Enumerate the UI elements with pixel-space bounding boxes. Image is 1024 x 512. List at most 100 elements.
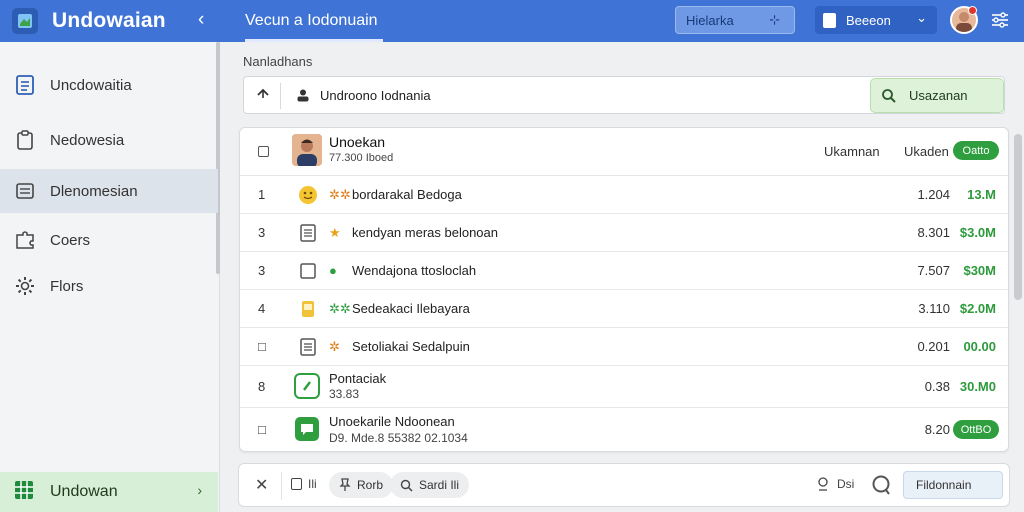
pin-icon xyxy=(818,477,828,491)
chat-icon: ● xyxy=(329,263,337,278)
section-label: Nanladhans xyxy=(243,54,313,69)
puzzle-icon xyxy=(14,229,36,251)
sidebar-item-nedowesia[interactable]: Nedowesia xyxy=(0,118,218,162)
divider xyxy=(281,472,282,500)
table-row[interactable]: 8 Pontaciak 33.83 0.38 30.M0 xyxy=(240,366,1008,408)
search-icon xyxy=(882,88,896,103)
document-icon xyxy=(14,74,36,96)
row-index: 3 xyxy=(258,263,266,278)
chevron-up-icon[interactable] xyxy=(256,86,270,103)
row-subtext: D9. Mde.8 55382 02.1034 xyxy=(329,431,468,445)
row-index: 8 xyxy=(258,379,266,394)
table-row[interactable]: 1 ✲✲ bordarakal Bedoga 1.204 13.M xyxy=(240,176,1008,214)
chevron-down-icon: ⌄ xyxy=(916,10,927,25)
green-app-icon xyxy=(294,373,320,399)
location-filter[interactable]: Dsi xyxy=(817,476,854,492)
row-amount: 13.M xyxy=(967,187,996,202)
pin-icon xyxy=(339,478,351,491)
toolbar-item-label: Ili xyxy=(308,477,317,491)
row-subtext: 33.83 xyxy=(329,387,360,401)
row-number: 3.110 xyxy=(918,301,950,316)
filter-pill-rorb[interactable]: Rorb xyxy=(329,472,394,498)
row-index: 3 xyxy=(258,225,266,240)
search-icon[interactable] xyxy=(871,474,893,496)
checkbox-icon[interactable] xyxy=(298,261,318,281)
row-amount: $3.0M xyxy=(959,225,996,240)
table-row[interactable]: 3 ★ kendyan meras belonoan 8.301 $3.0M xyxy=(240,214,1008,252)
row-name: Sedeakaci Ilebayara xyxy=(352,301,470,316)
sidebar-item-dlenomesian[interactable]: Dlenomesian xyxy=(0,169,218,213)
table-subtitle: 77.300 Iboed xyxy=(329,152,394,164)
location-label: Dsi xyxy=(837,477,855,491)
table-row[interactable]: 4 ✲✲ Sedeakaci Ilebayara 3.110 $2.0M xyxy=(240,290,1008,328)
sidebar-item-label: Dlenomesian xyxy=(50,182,138,200)
sidebar-item-label: Coers xyxy=(50,231,91,249)
main-scrollbar[interactable] xyxy=(1014,134,1022,300)
row-index: 4 xyxy=(258,301,266,316)
collapse-sidebar-icon[interactable]: ‹ xyxy=(198,9,204,31)
sidebar-item-flors[interactable]: Flors xyxy=(0,264,218,308)
filter-input[interactable]: Fildonnain xyxy=(903,471,1003,499)
camera-icon: ⊹ xyxy=(769,12,780,27)
note-icon xyxy=(298,299,318,319)
search-button[interactable]: Usazanan xyxy=(870,78,1004,113)
sidebar-item-uncdowaitia[interactable]: Uncdowaitia xyxy=(0,63,218,107)
close-icon[interactable]: ✕ xyxy=(255,475,268,495)
row-number: 0.201 xyxy=(917,339,950,354)
sidebar-item-label: Nedowesia xyxy=(50,131,125,149)
brand: Undowaian xyxy=(0,0,220,42)
column-header[interactable]: Ukamnan xyxy=(824,144,880,159)
header-secondary-label: Beeeon xyxy=(846,12,891,28)
table-row[interactable]: □ Unoekarile Ndoonean D9. Mde.8 55382 02… xyxy=(240,408,1008,451)
table-row[interactable]: □ ✲ Setoliakai Sedalpuin 0.201 00.00 xyxy=(240,328,1008,366)
row-name: Setoliakai Sedalpuin xyxy=(352,339,470,354)
row-name: Wendajona ttosloclah xyxy=(352,263,477,278)
filter-pill-search[interactable]: Sardi Ili xyxy=(390,472,470,498)
tag-icon: ✲✲ xyxy=(329,187,351,202)
header-secondary-button[interactable]: Beeeon ⌄ xyxy=(815,6,937,34)
app-name: Undowaian xyxy=(52,9,166,32)
active-tab-underline xyxy=(245,39,383,42)
green-chat-icon xyxy=(294,416,320,442)
page-title-tab[interactable]: Vecun a Iodonuain xyxy=(245,0,378,42)
row-amount: 30.M0 xyxy=(959,379,996,394)
person-icon xyxy=(296,88,310,107)
clipboard-icon xyxy=(14,129,36,151)
row-amount: $2.0M xyxy=(959,301,996,316)
pill-label: Rorb xyxy=(357,478,384,492)
row-name: kendyan meras belonoan xyxy=(352,225,498,240)
status-badge: Oatto xyxy=(953,141,999,160)
header-primary-button[interactable]: Hielarka ⊹ xyxy=(675,6,795,34)
row-index: □ xyxy=(258,422,266,437)
sidebar-item-label: Uncdowaitia xyxy=(50,76,132,94)
column-header[interactable]: Ukaden xyxy=(904,144,949,159)
sidebar-item-label: Flors xyxy=(50,277,84,295)
page-title: Vecun a Iodonuain xyxy=(245,12,378,29)
header-primary-label: Hielarka xyxy=(686,12,734,28)
chevron-right-icon: › xyxy=(197,482,202,498)
sidebar-item-undowan[interactable]: Undowan › xyxy=(0,472,218,512)
file-icon xyxy=(823,12,836,28)
table-header-row: Unoekan 77.300 Iboed Ukamnan Ukaden Oatt… xyxy=(240,128,1008,176)
row-number: 8.20 xyxy=(924,422,950,437)
star-icon: ★ xyxy=(329,225,341,240)
divider xyxy=(280,83,281,109)
toolbar-item[interactable]: Ili xyxy=(291,477,317,491)
row-number: 0.38 xyxy=(924,379,950,394)
row-index: □ xyxy=(258,339,266,354)
table-row[interactable]: 3 ● Wendajona ttosloclah 7.507 $30M xyxy=(240,252,1008,290)
tag-icon: ✲ xyxy=(329,339,340,354)
row-index: 1 xyxy=(258,187,266,202)
pill-label: Sardi Ili xyxy=(419,478,460,492)
data-table: Unoekan 77.300 Iboed Ukamnan Ukaden Oatt… xyxy=(239,127,1009,452)
gear-icon xyxy=(14,275,36,297)
select-all-checkbox[interactable] xyxy=(258,146,269,157)
document-icon xyxy=(298,337,318,357)
row-name: Pontaciak xyxy=(329,371,387,386)
brand-logo-icon xyxy=(12,8,38,34)
sidebar-item-coers[interactable]: Coers xyxy=(0,218,218,262)
emoji-icon xyxy=(298,185,318,205)
settings-sliders-icon[interactable] xyxy=(990,11,1010,34)
search-input[interactable]: Undroono Iodnania xyxy=(320,88,431,103)
spreadsheet-icon xyxy=(14,480,34,505)
